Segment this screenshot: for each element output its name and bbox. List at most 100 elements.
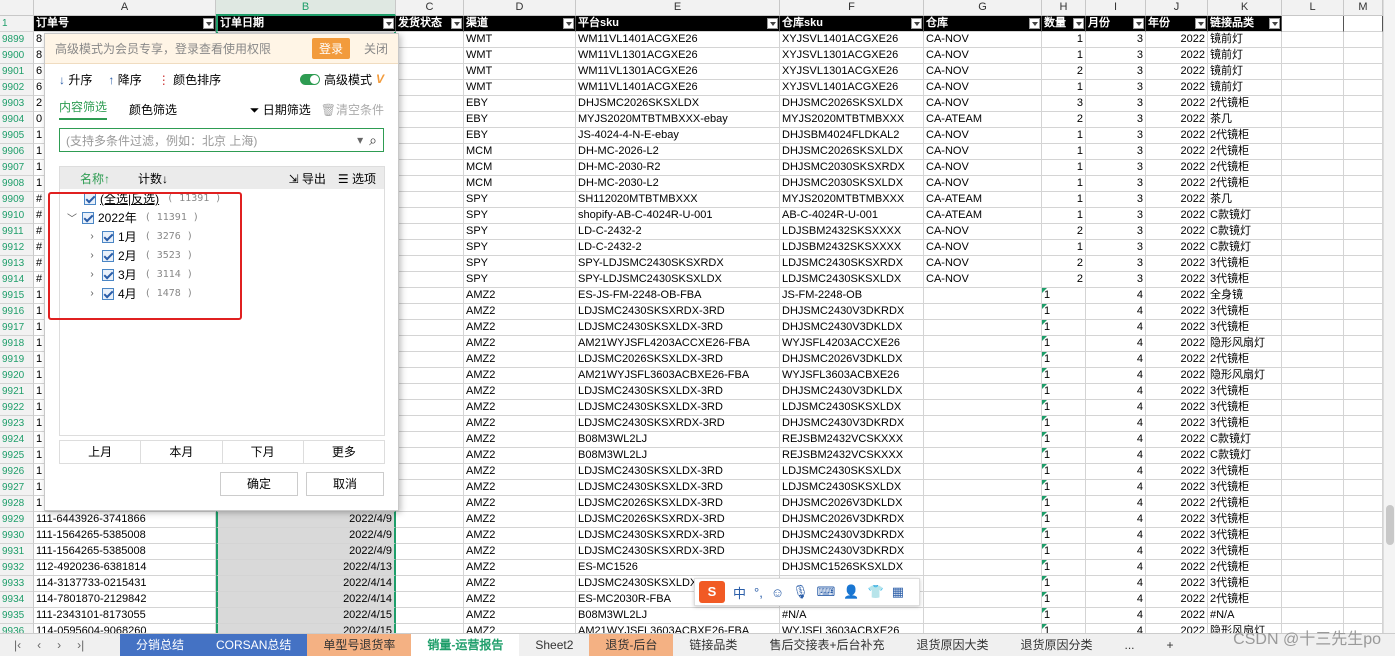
cell-b[interactable]: 2022/4/15 (216, 608, 396, 624)
cell-l[interactable] (1282, 32, 1344, 48)
cell-l[interactable] (1282, 272, 1344, 288)
cell-i[interactable]: 4 (1086, 400, 1146, 416)
cell-j[interactable]: 2022 (1146, 32, 1208, 48)
cell-j[interactable]: 2022 (1146, 64, 1208, 80)
cell-k[interactable]: 镜前灯 (1208, 32, 1282, 48)
cell-h[interactable]: 1 (1042, 400, 1086, 416)
cell-f[interactable]: XYJSVL1301ACGXE26 (780, 48, 924, 64)
cell-f[interactable]: DHJSMC2430V3DKRDX (780, 416, 924, 432)
cell-j[interactable]: 2022 (1146, 224, 1208, 240)
cell-c[interactable] (396, 224, 464, 240)
cell-g[interactable]: CA-NOV (924, 64, 1042, 80)
cell-j[interactable]: 2022 (1146, 400, 1208, 416)
cell-i[interactable]: 3 (1086, 240, 1146, 256)
cell-m[interactable] (1344, 80, 1383, 96)
cell-e[interactable]: DH-MC-2030-L2 (576, 176, 780, 192)
row-number[interactable]: 9915 (0, 288, 34, 304)
cell-h[interactable]: 1 (1042, 480, 1086, 496)
cell-d[interactable]: AMZ2 (464, 464, 576, 480)
cell-d[interactable]: SPY (464, 208, 576, 224)
cell-d[interactable]: EBY (464, 112, 576, 128)
cell-c[interactable] (396, 160, 464, 176)
sheet-tab[interactable]: 退货原因分类 (1004, 634, 1108, 656)
cell-j[interactable]: 2022 (1146, 624, 1208, 633)
row-number[interactable]: 9926 (0, 464, 34, 480)
cell-e[interactable]: WM11VL1401ACGXE26 (576, 80, 780, 96)
date-filter-button[interactable]: ⏷ 日期筛选 (250, 101, 311, 118)
header-cell[interactable]: 仓库 (924, 16, 1042, 32)
cell-c[interactable] (396, 448, 464, 464)
cell-b[interactable]: 2022/4/14 (216, 592, 396, 608)
cell-k[interactable]: 茶几 (1208, 112, 1282, 128)
row-number[interactable]: 9902 (0, 80, 34, 96)
cancel-button[interactable]: 取消 (306, 472, 384, 496)
cell-l[interactable] (1282, 192, 1344, 208)
cell-k[interactable]: 2代镜柜 (1208, 96, 1282, 112)
keyboard-icon[interactable]: ⌨ (817, 584, 836, 600)
cell-g[interactable] (924, 560, 1042, 576)
cell-k[interactable]: 2代镜柜 (1208, 160, 1282, 176)
cell-a[interactable]: 112-4920236-6381814 (34, 560, 216, 576)
cell-k[interactable]: 3代镜柜 (1208, 464, 1282, 480)
cell-k[interactable]: 3代镜柜 (1208, 416, 1282, 432)
cell-h[interactable]: 2 (1042, 224, 1086, 240)
header-cell[interactable]: 渠道 (464, 16, 576, 32)
cell-f[interactable]: DHJSMC2026V3DKLDX (780, 352, 924, 368)
cell-e[interactable]: LDJSMC2026SKSXRDX-3RD (576, 512, 780, 528)
sort-desc-button[interactable]: ↑ 降序 (108, 71, 141, 88)
cell-e[interactable]: SPY-LDJSMC2430SKSXLDX (576, 272, 780, 288)
cell-i[interactable]: 3 (1086, 96, 1146, 112)
cell-e[interactable]: B08M3WL2LJ (576, 448, 780, 464)
row-number[interactable]: 9919 (0, 352, 34, 368)
cell-a[interactable]: 114-7801870-2129842 (34, 592, 216, 608)
cell-c[interactable] (396, 336, 464, 352)
cell-g[interactable]: CA-NOV (924, 256, 1042, 272)
cell-d[interactable]: AMZ2 (464, 608, 576, 624)
cell-e[interactable]: LDJSMC2430SKSXLDX-3RD (576, 464, 780, 480)
cell-f[interactable]: DHJSMC2430V3DKRDX (780, 304, 924, 320)
cell-e[interactable]: LDJSMC2430SKSXRDX-3RD (576, 416, 780, 432)
row-number[interactable]: 9911 (0, 224, 34, 240)
cell-i[interactable]: 3 (1086, 272, 1146, 288)
cell-l[interactable] (1282, 64, 1344, 80)
cell-k[interactable]: 3代镜柜 (1208, 512, 1282, 528)
cell-d[interactable]: AMZ2 (464, 336, 576, 352)
cell-f[interactable]: DHJSMC2430V3DKRDX (780, 544, 924, 560)
cell-h[interactable]: 1 (1042, 608, 1086, 624)
cell-d[interactable]: AMZ2 (464, 576, 576, 592)
row-number[interactable]: 9903 (0, 96, 34, 112)
cell-k[interactable]: 3代镜柜 (1208, 544, 1282, 560)
cell-d[interactable]: SPY (464, 256, 576, 272)
cell-k[interactable]: 2代镜柜 (1208, 496, 1282, 512)
cell-h[interactable]: 1 (1042, 592, 1086, 608)
cell-f[interactable]: DHJSMC2026V3DKLDX (780, 496, 924, 512)
cell-f[interactable]: #N/A (780, 608, 924, 624)
column-header-e[interactable]: E (576, 0, 780, 16)
column-header-h[interactable]: H (1042, 0, 1086, 16)
cell-h[interactable]: 1 (1042, 32, 1086, 48)
skin-icon[interactable]: 👕 (868, 584, 884, 600)
cell-f[interactable]: LDJSMC2430SKSXLDX (780, 400, 924, 416)
cell-g[interactable] (924, 512, 1042, 528)
header-cell[interactable]: 订单号 (34, 16, 216, 32)
cell-g[interactable]: CA-NOV (924, 144, 1042, 160)
sheet-tab[interactable]: 单型号退货率 (307, 634, 412, 656)
cell-g[interactable] (924, 480, 1042, 496)
cell-d[interactable]: AMZ2 (464, 496, 576, 512)
cell-f[interactable]: LDJSMC2430SKSXRDX (780, 256, 924, 272)
cell-i[interactable]: 3 (1086, 80, 1146, 96)
cell-i[interactable]: 3 (1086, 48, 1146, 64)
cell-m[interactable] (1344, 560, 1383, 576)
cell-h[interactable]: 2 (1042, 272, 1086, 288)
dropdown-caret-icon[interactable]: ▾ (357, 133, 363, 147)
cell-m[interactable] (1344, 144, 1383, 160)
cell-h[interactable]: 1 (1042, 528, 1086, 544)
cell-a[interactable]: 111-1564265-5385008 (34, 544, 216, 560)
cell-i[interactable]: 4 (1086, 512, 1146, 528)
cell-f[interactable]: LDJSBM2432SKSXXXX (780, 240, 924, 256)
cell-f[interactable]: LDJSMC2430SKSXLDX (780, 272, 924, 288)
cell-e[interactable]: B08M3WL2LJ (576, 608, 780, 624)
cell-l[interactable] (1282, 336, 1344, 352)
sheet-tab[interactable]: 售后交接表+后台补充 (753, 634, 900, 656)
cell-i[interactable]: 4 (1086, 592, 1146, 608)
